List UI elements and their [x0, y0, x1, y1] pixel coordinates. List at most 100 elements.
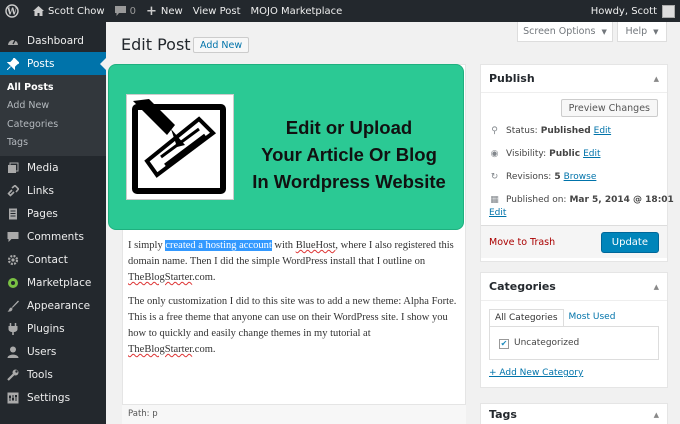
paragraph-1: I simply created a hosting account with …	[128, 238, 458, 286]
wrench-icon	[6, 368, 20, 382]
banner-line-1: Edit or Upload	[285, 117, 413, 138]
site-name-label: Scott Chow	[48, 5, 105, 17]
media-icon	[6, 161, 20, 175]
screen-options-button[interactable]: Screen Options ▼	[517, 22, 613, 42]
sidebar-item-users[interactable]: Users	[0, 340, 106, 363]
comments-link[interactable]: 0	[110, 0, 141, 22]
avatar	[662, 4, 675, 18]
view-post-link[interactable]: View Post	[188, 0, 246, 22]
tab-most-used[interactable]: Most Used	[564, 309, 621, 326]
mojo-marketplace-link[interactable]: MOJO Marketplace	[246, 0, 348, 22]
revisions-label: Revisions:	[506, 172, 552, 182]
svg-text:W: W	[6, 8, 18, 18]
published-label: Published on:	[506, 195, 567, 205]
sidebar-item-contact[interactable]: Contact	[0, 248, 106, 271]
visibility-value: Public	[549, 149, 581, 159]
page-icon	[6, 207, 20, 221]
caret-down-icon: ▼	[601, 27, 607, 36]
collapse-arrow-icon[interactable]: ▲	[654, 411, 659, 419]
categories-box-header[interactable]: Categories ▲	[481, 273, 667, 301]
preview-changes-button[interactable]: Preview Changes	[560, 99, 658, 117]
status-value: Published	[540, 126, 591, 136]
update-button[interactable]: Update	[600, 232, 659, 253]
categories-box: Categories ▲ All Categories Most Used ✔ …	[480, 272, 668, 388]
add-new-category-link[interactable]: + Add New Category	[489, 368, 583, 378]
greeting-label: Howdy, Scott	[590, 5, 657, 17]
banner-line-3: In Wordpress Website	[252, 171, 446, 192]
submenu-add-new[interactable]: Add New	[0, 97, 106, 116]
sidebar-item-label: Media	[27, 161, 59, 174]
submenu-tags[interactable]: Tags	[0, 134, 106, 153]
visibility-row: ◉ Visibility: Public Edit	[489, 149, 601, 159]
page-title: Edit Post	[121, 35, 191, 54]
edit-document-icon	[126, 94, 234, 200]
collapse-arrow-icon[interactable]: ▲	[654, 283, 659, 291]
sidebar-item-appearance[interactable]: Appearance	[0, 294, 106, 317]
publish-box-header[interactable]: Publish ▲	[481, 65, 667, 93]
misspelled-word: TheBlogStarter	[128, 272, 193, 283]
browse-revisions-link[interactable]: Browse	[564, 172, 597, 182]
published-value: Mar 5, 2014 @ 18:01	[569, 195, 674, 205]
sidebar-item-label: Plugins	[27, 322, 65, 335]
pin-icon	[6, 57, 20, 71]
visibility-label: Visibility:	[506, 149, 547, 159]
tags-title: Tags	[489, 408, 517, 421]
sidebar-item-pages[interactable]: Pages	[0, 202, 106, 225]
tags-box: Tags ▲	[480, 403, 668, 424]
edit-visibility-link[interactable]: Edit	[583, 149, 600, 159]
tags-box-header[interactable]: Tags ▲	[481, 404, 667, 424]
comment-icon	[6, 230, 20, 244]
edit-date-link[interactable]: Edit	[489, 208, 506, 218]
home-icon	[33, 6, 44, 16]
move-to-trash-link[interactable]: Move to Trash	[489, 237, 555, 248]
account-menu[interactable]: Howdy, Scott	[586, 0, 680, 22]
comments-count: 0	[129, 5, 136, 17]
sidebar-item-tools[interactable]: Tools	[0, 363, 106, 386]
category-label: Uncategorized	[514, 338, 580, 348]
sidebar-item-comments[interactable]: Comments	[0, 225, 106, 248]
submenu-all-posts[interactable]: All Posts	[0, 78, 106, 97]
dashboard-icon	[6, 34, 20, 48]
paragraph-2: The only customization I did to this sit…	[128, 294, 458, 358]
text-run: The only customization I did to this sit…	[128, 296, 457, 339]
status-row: ⚲ Status: Published Edit	[489, 126, 611, 136]
new-label: New	[160, 5, 183, 17]
text-run: .com.	[192, 344, 216, 355]
collapse-arrow-icon[interactable]: ▲	[654, 75, 659, 83]
sidebar-item-settings[interactable]: Settings	[0, 386, 106, 409]
sidebar-item-label: Settings	[27, 391, 71, 404]
new-content-link[interactable]: + New	[141, 0, 188, 22]
gear-icon	[6, 253, 20, 267]
revisions-row: ↻ Revisions: 5 Browse	[489, 172, 597, 182]
brush-icon	[6, 299, 20, 313]
edit-status-link[interactable]: Edit	[594, 126, 611, 136]
sidebar-item-media[interactable]: Media	[0, 156, 106, 179]
published-on-row: ▦ Published on: Mar 5, 2014 @ 18:01	[489, 195, 677, 205]
sidebar-item-label: Dashboard	[27, 34, 84, 47]
help-button[interactable]: Help ▼	[617, 22, 667, 42]
sidebar-item-plugins[interactable]: Plugins	[0, 317, 106, 340]
pin-icon: ⚲	[491, 126, 498, 136]
uncategorized-checkbox[interactable]: ✔	[499, 339, 509, 349]
submenu-categories[interactable]: Categories	[0, 115, 106, 134]
revisions-icon: ↻	[490, 172, 499, 182]
user-icon	[6, 345, 20, 359]
publish-title: Publish	[489, 72, 535, 85]
sidebar-item-links[interactable]: Links	[0, 179, 106, 202]
sidebar-item-dashboard[interactable]: Dashboard	[0, 29, 106, 52]
admin-sidebar: Dashboard Posts All Posts Add New Catego…	[0, 22, 106, 424]
sidebar-item-label: Comments	[27, 230, 84, 243]
calendar-icon: ▦	[490, 195, 499, 205]
sidebar-item-label: Appearance	[27, 299, 91, 312]
sidebar-item-marketplace[interactable]: Marketplace	[0, 271, 106, 294]
misspelled-word: TheBlogStarter	[128, 344, 193, 355]
tab-all-categories[interactable]: All Categories	[489, 309, 564, 326]
sidebar-item-posts[interactable]: Posts	[0, 52, 106, 75]
selected-text: created a hosting account	[165, 240, 272, 251]
editor-content[interactable]: I simply created a hosting account with …	[128, 238, 458, 366]
text-run: with	[271, 240, 296, 251]
add-new-button[interactable]: Add New	[193, 37, 250, 53]
site-name[interactable]: Scott Chow	[28, 0, 110, 22]
sidebar-item-label: Tools	[27, 368, 53, 381]
wp-logo[interactable]: W	[0, 0, 28, 22]
